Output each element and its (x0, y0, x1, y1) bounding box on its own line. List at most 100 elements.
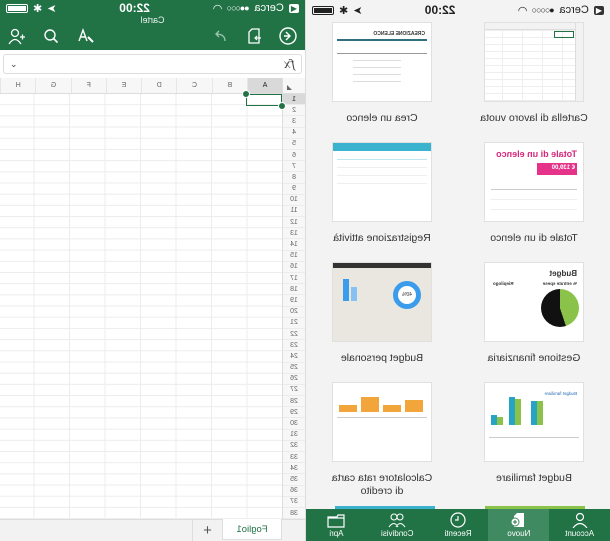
template-family-budget[interactable]: Budget familiare Budget familiare (458, 380, 610, 500)
row-header[interactable]: 2 (283, 105, 305, 117)
column-header[interactable]: D (141, 78, 177, 93)
thumbnail-title: CREAZIONE ELENCO (373, 31, 425, 37)
row-header[interactable]: 18 (283, 284, 305, 296)
template-thumbnail[interactable]: Budget % entrate spese Riepilogo (484, 262, 584, 342)
cell-grid[interactable] (0, 94, 282, 520)
row-header[interactable]: 16 (283, 261, 305, 273)
text-format-icon (78, 27, 94, 43)
formula-input[interactable] (18, 55, 284, 73)
tab-label: Condivisi (380, 529, 414, 538)
column-header[interactable]: A (246, 78, 283, 93)
selection-handle[interactable] (278, 102, 286, 110)
fx-icon[interactable]: fx (284, 57, 295, 71)
row-header[interactable]: 36 (283, 485, 305, 497)
template-thumbnail[interactable]: CREAZIONE ELENCO (332, 22, 432, 102)
signal-icon: ●●○○○ (227, 3, 250, 13)
row-header[interactable]: 14 (283, 239, 305, 251)
select-all-button[interactable] (282, 78, 305, 93)
row-header[interactable]: 22 (283, 328, 305, 341)
row-header[interactable]: 26 (283, 373, 305, 385)
share-button[interactable] (6, 25, 28, 47)
row-header[interactable]: 32 (283, 440, 305, 452)
row-header[interactable]: 35 (283, 474, 305, 486)
row-header[interactable]: 27 (283, 384, 305, 397)
row-header[interactable]: 34 (283, 463, 305, 475)
column-header[interactable]: C (176, 78, 212, 93)
formula-bar[interactable]: fx ⌄ (3, 54, 302, 74)
column-header[interactable]: F (70, 78, 106, 93)
row-header[interactable]: 24 (283, 351, 305, 363)
thumbnail-value: € 139,00 (537, 163, 577, 175)
row-header[interactable]: 31 (283, 429, 305, 441)
format-button[interactable] (74, 25, 96, 47)
template-blank-workbook[interactable]: Cartella di lavoro vuota (458, 20, 610, 140)
row-header[interactable]: 33 (283, 452, 305, 464)
tab-label: Nuovo (507, 529, 531, 538)
file-button[interactable] (243, 25, 265, 47)
bluetooth-icon: ✱ (339, 4, 349, 17)
row-header[interactable]: 30 (283, 418, 305, 430)
row-header[interactable]: 6 (283, 149, 305, 162)
template-thumbnail[interactable] (332, 382, 432, 462)
column-header[interactable]: B (211, 78, 247, 93)
tab-new[interactable]: Nuovo (488, 509, 550, 541)
tab-recent[interactable]: Recenti (428, 509, 489, 541)
column-header[interactable]: H (0, 78, 36, 93)
sheet-tab[interactable]: Foglio1 (222, 519, 282, 540)
row-header[interactable]: 17 (283, 273, 305, 285)
column-header[interactable]: E (105, 78, 142, 93)
row-header[interactable]: 8 (283, 172, 305, 184)
back-app-icon[interactable]: ◀ (593, 5, 604, 15)
tab-open[interactable]: Apri (306, 509, 367, 541)
back-button[interactable] (277, 25, 299, 47)
template-thumbnail[interactable] (484, 22, 584, 102)
template-thumbnail[interactable]: Budget familiare (484, 382, 584, 462)
template-personal-budget[interactable]: 40% Budget personale (306, 260, 458, 380)
row-header[interactable]: 29 (283, 407, 305, 419)
row-header[interactable]: 11 (283, 205, 305, 218)
row-header[interactable]: 5 (283, 138, 305, 150)
tab-account[interactable]: Account (549, 509, 610, 541)
carrier-label: Cerca (559, 4, 589, 16)
template-create-list[interactable]: CREAZIONE ELENCO Crea un elenco (306, 20, 458, 140)
chevron-down-icon[interactable]: ⌄ (10, 59, 18, 70)
column-header[interactable]: G (35, 78, 71, 93)
row-header[interactable]: 19 (283, 295, 305, 307)
row-header[interactable]: 13 (283, 228, 305, 240)
template-thumbnail[interactable] (332, 142, 432, 222)
template-financial-management[interactable]: Budget % entrate spese Riepilogo Gestion… (458, 260, 610, 380)
search-button[interactable] (40, 25, 62, 47)
row-header[interactable]: 21 (283, 317, 305, 329)
template-thumbnail[interactable]: 40% (332, 262, 432, 342)
row-header[interactable]: 38 (283, 507, 305, 520)
row-header[interactable]: 23 (283, 340, 305, 352)
template-list-total[interactable]: Totale di un elenco € 139,00 Totale di u… (458, 140, 610, 260)
row-header[interactable]: 25 (283, 362, 305, 374)
row-header[interactable]: 28 (283, 396, 305, 408)
row-header[interactable]: 9 (283, 183, 305, 195)
template-thumbnail[interactable]: Totale di un elenco € 139,00 (484, 142, 584, 222)
row-header[interactable]: 7 (283, 161, 305, 173)
add-sheet-button[interactable]: + (192, 520, 222, 541)
row-header[interactable]: 12 (283, 217, 305, 229)
wifi-icon: ◠ (517, 4, 528, 17)
template-credit-card-calculator[interactable]: Calcolatore rata carta di credito (306, 380, 458, 500)
selected-cell[interactable] (246, 94, 282, 106)
tab-shared[interactable]: Condivisi (367, 509, 428, 541)
signal-icon: ●○○○○ (532, 5, 555, 15)
row-header[interactable]: 20 (283, 306, 305, 318)
location-icon: ➤ (47, 2, 57, 15)
battery-icon (312, 5, 334, 15)
clock-time: 22:00 (119, 1, 150, 15)
row-header[interactable]: 4 (283, 127, 305, 139)
template-activity-log[interactable]: Registrazione attività (306, 140, 458, 260)
back-app-icon[interactable]: ◀ (288, 3, 299, 13)
redo-button[interactable] (209, 25, 231, 47)
thumbnail-title: Budget familiare (544, 391, 577, 396)
row-header[interactable]: 10 (283, 194, 305, 206)
row-header[interactable]: 15 (283, 250, 305, 262)
row-header[interactable]: 1 (283, 94, 305, 106)
selection-handle[interactable] (242, 90, 250, 98)
row-header[interactable]: 3 (283, 116, 305, 128)
row-header[interactable]: 37 (283, 496, 305, 508)
